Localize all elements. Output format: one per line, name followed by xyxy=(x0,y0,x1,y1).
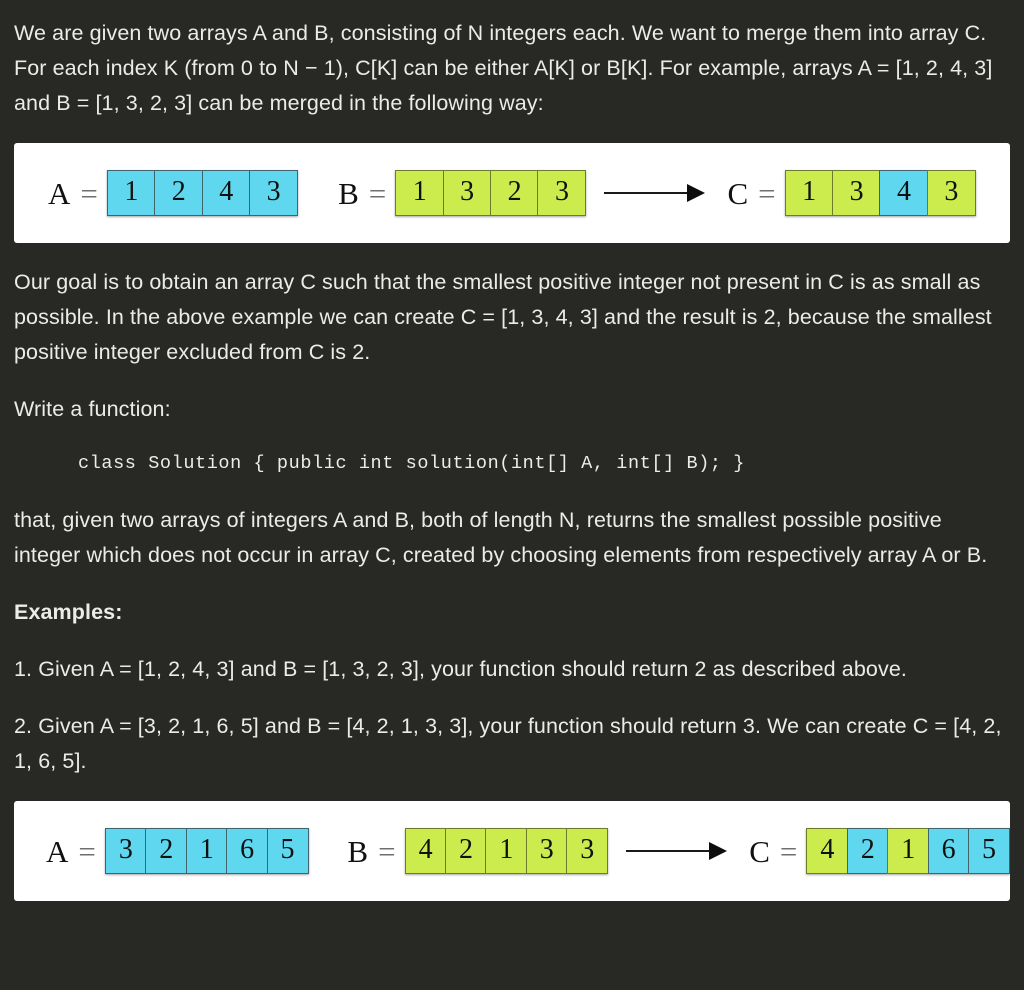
array-label-a: A xyxy=(46,833,69,869)
array-cell: 5 xyxy=(266,828,309,874)
equals-sign: = xyxy=(80,175,98,211)
array-cell: 1 xyxy=(185,828,228,874)
array-cell: 3 xyxy=(926,170,976,216)
paragraph-example-1: 1. Given A = [1, 2, 4, 3] and B = [1, 3,… xyxy=(14,657,907,681)
array-cell: 3 xyxy=(249,170,299,216)
array-cell: 3 xyxy=(566,828,609,874)
array-cell: 3 xyxy=(832,170,882,216)
arrow-shaft xyxy=(626,849,711,853)
array-cell: 1 xyxy=(784,170,834,216)
array-cell: 2 xyxy=(154,170,204,216)
array-cell: 1 xyxy=(887,828,930,874)
paragraph-write-function: Write a function: xyxy=(14,397,171,421)
array-cell: 4 xyxy=(806,828,849,874)
array-cell: 6 xyxy=(927,828,970,874)
array-c-cells: 42165 xyxy=(806,828,1010,874)
array-c-cells: 1343 xyxy=(784,170,976,216)
array-cell: 4 xyxy=(879,170,929,216)
paragraph-example-2: 2. Given A = [3, 2, 1, 6, 5] and B = [4,… xyxy=(14,714,1002,773)
merge-arrow-icon xyxy=(604,184,706,202)
array-b-cells: 42133 xyxy=(404,828,609,874)
array-cell: 6 xyxy=(226,828,269,874)
array-label-a: A xyxy=(48,175,71,211)
examples-heading: Examples: xyxy=(14,600,123,624)
array-cell: 3 xyxy=(104,828,147,874)
equals-sign: = xyxy=(758,175,776,211)
arrow-head xyxy=(709,842,728,860)
equals-sign: = xyxy=(779,833,798,869)
paragraph-goal: Our goal is to obtain an array C such th… xyxy=(14,270,992,364)
equals-sign: = xyxy=(378,833,396,869)
array-cell: 2 xyxy=(444,828,487,874)
array-cell: 1 xyxy=(485,828,528,874)
array-cell: 3 xyxy=(537,170,587,216)
array-label-b: B xyxy=(338,175,359,211)
array-cell: 1 xyxy=(106,170,156,216)
array-cell: 4 xyxy=(404,828,447,874)
array-cell: 2 xyxy=(145,828,188,874)
array-label-c: C xyxy=(727,175,749,211)
merge-arrow-icon xyxy=(626,842,728,860)
arrow-head xyxy=(687,184,706,202)
paragraph-intro: We are given two arrays A and B, consist… xyxy=(14,21,993,115)
paragraph-that-given: that, given two arrays of integers A and… xyxy=(14,508,988,567)
array-b-cells: 1323 xyxy=(395,170,587,216)
array-label-b: B xyxy=(347,833,369,869)
figure-example-1: A = 1 2 4 3 B = 1 3 2 3 C = 1 3 4 3 xyxy=(14,143,1010,243)
array-cell: 2 xyxy=(490,170,540,216)
array-cell: 3 xyxy=(525,828,568,874)
array-a-cells: 32165 xyxy=(104,828,309,874)
array-cell: 4 xyxy=(201,170,251,216)
code-signature: class Solution { public int solution(int… xyxy=(78,453,746,474)
equals-sign: = xyxy=(368,175,387,211)
array-cell: 3 xyxy=(442,170,492,216)
array-cell: 1 xyxy=(395,170,445,216)
task-description-page: We are given two arrays A and B, consist… xyxy=(0,0,1024,990)
equals-sign: = xyxy=(78,833,96,869)
array-a-cells: 1243 xyxy=(106,170,299,216)
figure-example-2: A = 3 2 1 6 5 B = 4 2 1 3 3 C = 4 2 1 6 5 xyxy=(14,801,1010,901)
arrow-shaft xyxy=(604,191,689,195)
array-cell: 2 xyxy=(846,828,889,874)
array-cell: 5 xyxy=(968,828,1010,874)
array-label-c: C xyxy=(749,833,770,869)
